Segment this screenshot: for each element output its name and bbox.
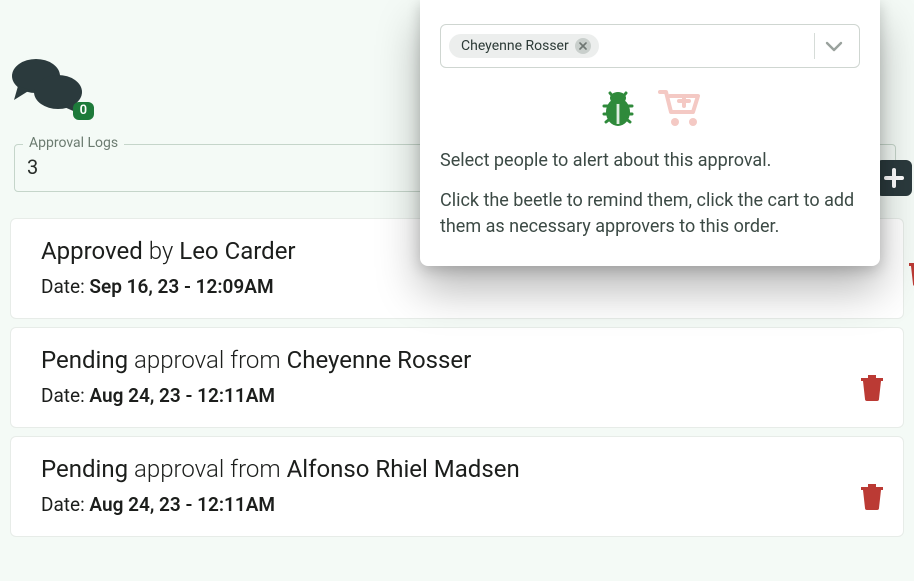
log-person-name: Leo Carder bbox=[179, 237, 295, 265]
chip-label: Cheyenne Rosser bbox=[461, 38, 569, 54]
log-title: Pending approval from Cheyenne Rosser bbox=[41, 346, 881, 374]
log-status: Approved bbox=[41, 237, 143, 265]
trash-icon bbox=[861, 484, 883, 510]
log-date: Date: Sep 16, 23 - 12:09AM bbox=[41, 275, 881, 298]
log-date-label: Date: bbox=[41, 384, 85, 407]
beetle-icon[interactable] bbox=[596, 86, 640, 130]
log-status: Pending bbox=[41, 455, 128, 483]
log-status: Pending bbox=[41, 346, 128, 374]
log-title: Pending approval from Alfonso Rhiel Mads… bbox=[41, 455, 881, 483]
log-person-name: Cheyenne Rosser bbox=[287, 346, 472, 374]
comments-indicator[interactable]: 0 bbox=[10, 56, 88, 116]
comments-count-badge: 0 bbox=[73, 102, 94, 120]
log-connector: approval from bbox=[134, 346, 281, 374]
log-date-value: Aug 24, 23 - 12:11AM bbox=[89, 493, 275, 516]
delete-log-button[interactable] bbox=[909, 260, 914, 290]
log-connector: approval from bbox=[134, 455, 281, 483]
popover-instruction-1: Select people to alert about this approv… bbox=[440, 148, 860, 174]
approval-logs-legend: Approval Logs bbox=[23, 135, 124, 151]
selected-person-chip: Cheyenne Rosser bbox=[449, 34, 599, 58]
close-icon bbox=[579, 42, 587, 50]
approval-logs-list: Approved by Leo Carder Date: Sep 16, 23 … bbox=[10, 218, 904, 545]
trash-icon bbox=[909, 260, 914, 286]
approval-log-row: Pending approval from Cheyenne Rosser Da… bbox=[10, 327, 904, 428]
popover-instruction-2: Click the beetle to remind them, click t… bbox=[440, 188, 860, 240]
delete-log-button[interactable] bbox=[861, 375, 883, 405]
chevron-down-icon bbox=[825, 40, 843, 52]
log-date-value: Sep 16, 23 - 12:09AM bbox=[89, 275, 273, 298]
log-person-name: Alfonso Rhiel Madsen bbox=[287, 455, 520, 483]
trash-icon bbox=[861, 375, 883, 401]
select-dropdown-toggle[interactable] bbox=[815, 37, 853, 56]
log-date-value: Aug 24, 23 - 12:11AM bbox=[89, 384, 275, 407]
approval-log-row: Pending approval from Alfonso Rhiel Mads… bbox=[10, 436, 904, 537]
plus-icon bbox=[883, 167, 905, 189]
log-date-label: Date: bbox=[41, 275, 85, 298]
log-connector: by bbox=[149, 237, 174, 265]
people-select[interactable]: Cheyenne Rosser bbox=[440, 24, 860, 68]
remove-chip-button[interactable] bbox=[575, 38, 591, 54]
popover-action-icons bbox=[440, 86, 860, 130]
cart-add-icon[interactable] bbox=[656, 86, 704, 130]
log-date: Date: Aug 24, 23 - 12:11AM bbox=[41, 384, 881, 407]
delete-log-button[interactable] bbox=[861, 484, 883, 514]
add-approval-log-button[interactable] bbox=[876, 160, 912, 196]
alert-people-popover: Cheyenne Rosser bbox=[420, 0, 880, 266]
log-date-label: Date: bbox=[41, 493, 85, 516]
log-date: Date: Aug 24, 23 - 12:11AM bbox=[41, 493, 881, 516]
